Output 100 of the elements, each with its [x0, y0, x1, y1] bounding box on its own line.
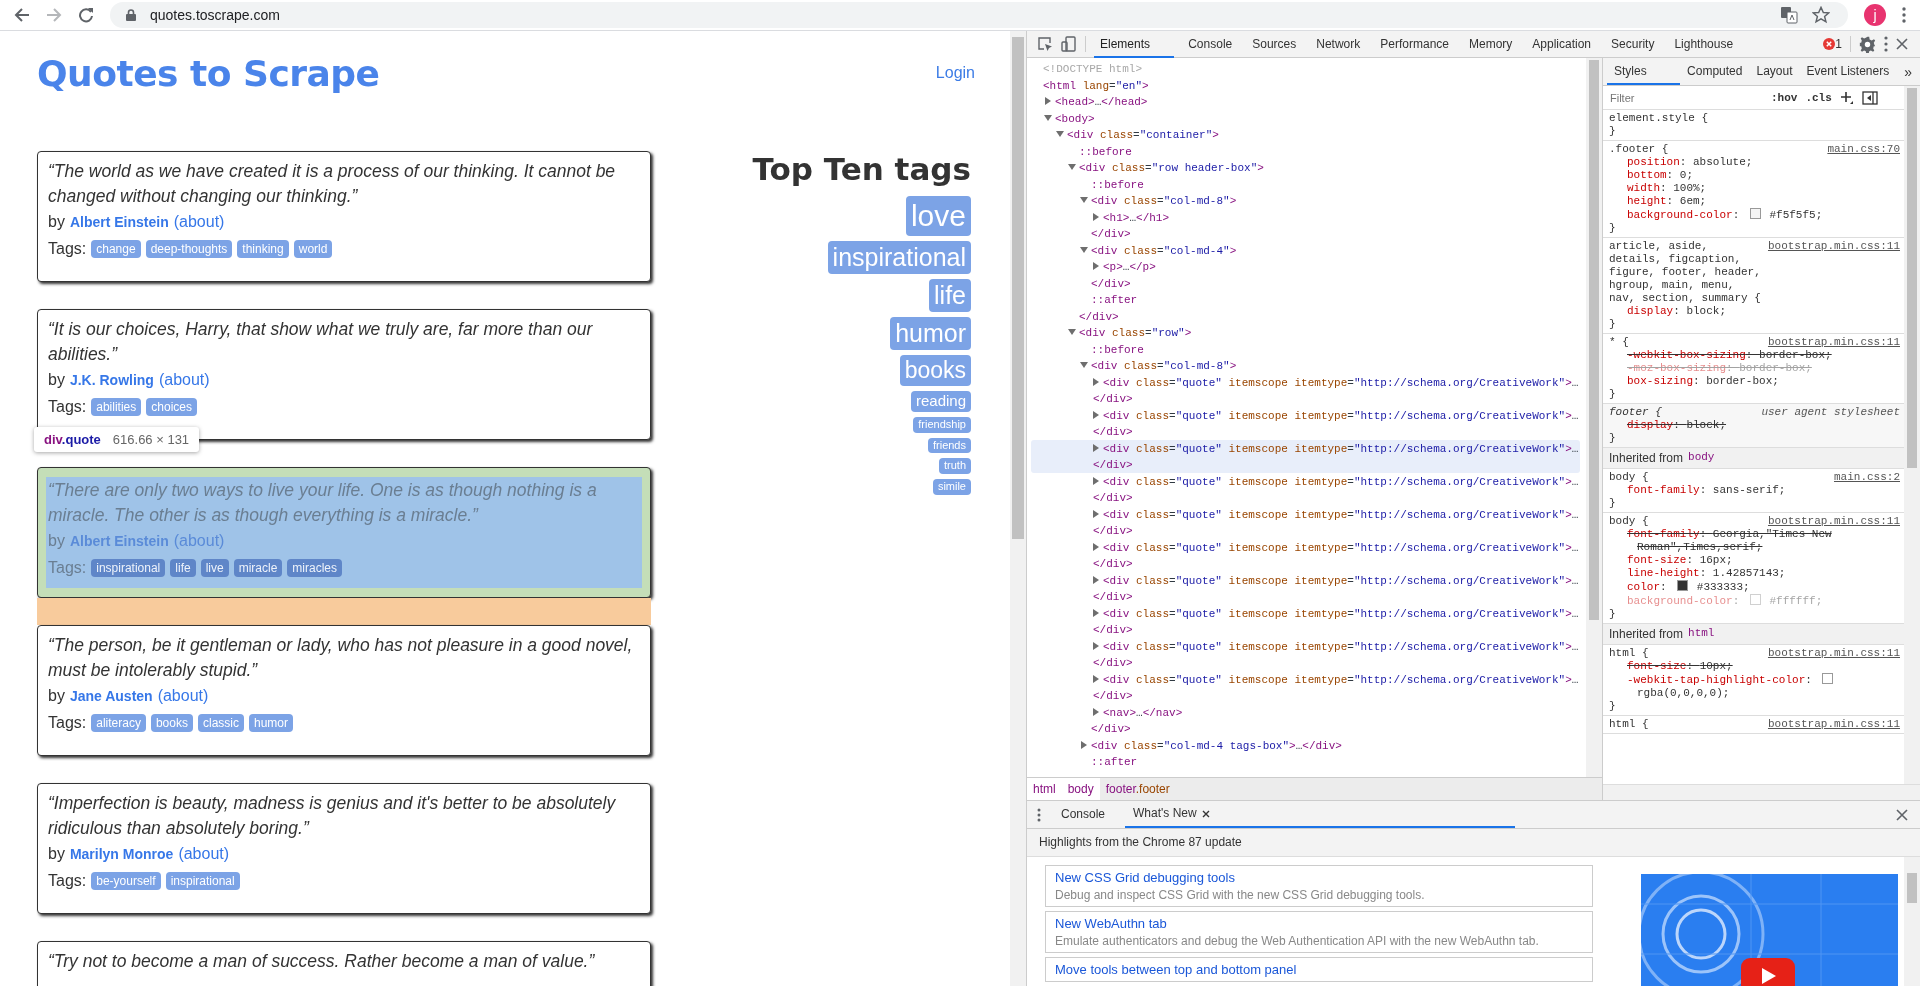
css-declaration[interactable]: height: 6em; [1609, 195, 1900, 208]
dom-node-row[interactable]: <head>…</head> [1027, 93, 1586, 110]
pseudo-element-text[interactable]: ::before [1091, 178, 1144, 191]
expand-triangle-icon[interactable] [1092, 212, 1100, 221]
breadcrumb-item[interactable]: footer.footer [1099, 778, 1602, 800]
stylesheet-link[interactable]: bootstrap.min.css:11 [1767, 336, 1900, 349]
collapse-triangle-icon[interactable] [1080, 361, 1088, 369]
color-swatch[interactable] [1749, 208, 1761, 219]
drawer-menu-icon[interactable] [1037, 807, 1041, 822]
dom-node-row[interactable]: <body> [1027, 109, 1586, 126]
color-swatch[interactable] [1677, 580, 1689, 591]
css-declaration[interactable]: display: block; [1609, 419, 1900, 432]
expand-triangle-icon[interactable] [1092, 262, 1100, 270]
inspect-element-icon[interactable] [1037, 36, 1053, 52]
stylesheet-link[interactable]: bootstrap.min.css:11 [1767, 240, 1900, 253]
dom-node-row[interactable]: <div class="quote" itemscope itemtype="http://schema.org/CreativeWork">… </div> [1027, 604, 1586, 638]
address-bar[interactable]: quotes.toscrape.com [110, 2, 1848, 28]
css-declaration[interactable]: -webkit-tap-highlight-color: rgba(0,0,0,0); [1609, 673, 1900, 700]
css-declaration[interactable]: bottom: 0; [1609, 169, 1900, 182]
sidebar-toggle-icon[interactable] [1861, 90, 1878, 105]
dom-node-row[interactable]: <nav>…</nav> [1027, 703, 1586, 720]
color-swatch[interactable] [1822, 673, 1834, 684]
css-declaration[interactable]: display: block; [1609, 305, 1900, 318]
devtools-tab[interactable]: Security [1605, 30, 1661, 58]
stylesheet-link[interactable]: bootstrap.min.css:11 [1767, 647, 1900, 660]
feature-title-link[interactable]: Move tools between top and bottom panel [1055, 962, 1583, 977]
dom-node-row[interactable]: <div class="container"> [1027, 126, 1586, 143]
settings-icon[interactable] [1859, 35, 1876, 53]
collapse-triangle-icon[interactable] [1068, 163, 1076, 171]
dom-node-row[interactable]: <div class="row"> [1027, 324, 1586, 341]
pseudo-element-text[interactable]: ::before [1079, 145, 1132, 158]
pseudo-element-text[interactable]: ::after [1091, 294, 1138, 306]
expand-triangle-icon[interactable] [1044, 97, 1052, 105]
scrollbar[interactable] [1904, 86, 1920, 784]
stylesheet-link[interactable]: bootstrap.min.css:11 [1767, 718, 1900, 731]
page-scrollbar[interactable] [1010, 31, 1026, 986]
feature-card[interactable]: Move tools between top and bottom panel [1045, 957, 1593, 982]
devtools-tab[interactable]: Network [1310, 30, 1367, 58]
hover-state-button[interactable]: :hov [1771, 91, 1798, 104]
about-link[interactable]: (about) [173, 213, 225, 231]
dom-node-row[interactable]: <h1>…</h1> [1027, 208, 1586, 225]
about-link[interactable]: (about) [157, 687, 209, 705]
expand-triangle-icon[interactable] [1092, 608, 1100, 617]
collapse-triangle-icon[interactable] [1068, 328, 1076, 336]
css-declaration[interactable]: -webkit-box-sizing: border-box; [1609, 349, 1900, 362]
error-icon[interactable] [1823, 38, 1836, 50]
css-declaration[interactable]: background-color: #f5f5f5; [1609, 208, 1900, 222]
error-count[interactable]: 1 [1835, 37, 1842, 51]
expand-triangle-icon[interactable] [1092, 641, 1100, 650]
css-declaration[interactable]: box-sizing: border-box; [1609, 375, 1900, 388]
breadcrumb-item[interactable]: body [1061, 778, 1100, 800]
stylesheet-link[interactable]: main.css:70 [1827, 143, 1900, 156]
devtools-tab[interactable]: Console [1182, 30, 1239, 58]
reload-icon[interactable] [78, 7, 94, 23]
login-link[interactable]: Login [935, 64, 975, 82]
inherited-element-link[interactable]: body [1688, 451, 1715, 465]
collapse-triangle-icon[interactable] [1056, 130, 1064, 138]
expand-triangle-icon[interactable] [1092, 674, 1100, 683]
profile-avatar[interactable]: j [1864, 4, 1886, 26]
dom-node-row[interactable]: <div class="col-md-8"> [1027, 192, 1586, 209]
pseudo-element-text[interactable]: ::before [1091, 343, 1144, 356]
more-tabs-button[interactable]: » [1896, 63, 1920, 80]
dom-node-row[interactable]: <html lang="en"> [1027, 76, 1586, 93]
stylesheet-link[interactable]: main.css:2 [1834, 471, 1900, 484]
css-declaration[interactable]: font-family: sans-serif; [1609, 484, 1900, 497]
sidebar-tab[interactable]: Computed [1680, 58, 1750, 85]
devtools-tab[interactable]: Memory [1463, 30, 1519, 58]
dom-node-row[interactable]: <div class="col-md-4 tags-box">…</div> [1027, 736, 1586, 753]
device-toolbar-icon[interactable] [1061, 36, 1077, 52]
site-title[interactable]: Quotes to Scrape [37, 52, 380, 94]
css-declaration[interactable]: font-size: 16px; [1609, 554, 1900, 567]
expand-triangle-icon[interactable] [1092, 707, 1100, 716]
sidebar-tab[interactable]: Styles [1607, 58, 1681, 85]
breadcrumb-item[interactable]: html [1027, 778, 1062, 800]
expand-triangle-icon[interactable] [1092, 509, 1100, 518]
css-declaration[interactable]: position: absolute; [1609, 156, 1900, 169]
css-declaration[interactable]: font-size: 10px; [1609, 660, 1900, 673]
more-options-icon[interactable] [1884, 36, 1888, 52]
dom-node-row[interactable]: <div class="quote" itemscope itemtype="http://schema.org/CreativeWork">… </div> [1027, 373, 1586, 407]
horizontal-scrollbar[interactable] [1603, 784, 1920, 800]
collapse-triangle-icon[interactable] [1080, 245, 1088, 254]
dom-node-row[interactable]: <div class="quote" itemscope itemtype="http://schema.org/CreativeWork">… </div> [1027, 538, 1586, 572]
dom-node-row[interactable]: <p>…</p> [1027, 258, 1586, 275]
feature-card[interactable]: New CSS Grid debugging tools Debug and inspect CSS Grid with the new CSS Grid debugging tools. [1045, 865, 1593, 907]
devtools-tab[interactable]: Application [1526, 30, 1598, 58]
drawer-tab[interactable]: Console [1053, 801, 1114, 828]
css-declaration[interactable]: font-family: Georgia,"Times New Roman",Times,serif; [1609, 528, 1900, 554]
devtools-tab[interactable]: Sources [1246, 30, 1303, 58]
dom-node-row[interactable]: <div class="quote" itemscope itemtype="http://schema.org/CreativeWork">… </div> [1031, 439, 1580, 473]
dom-node-row[interactable]: <div class="quote" itemscope itemtype="http://schema.org/CreativeWork">… </div> [1027, 670, 1586, 704]
sidebar-tab[interactable]: Event Listeners [1799, 58, 1897, 85]
about-link[interactable]: (about) [178, 845, 230, 863]
feature-title-link[interactable]: New CSS Grid debugging tools [1055, 870, 1583, 885]
expand-triangle-icon[interactable] [1092, 476, 1100, 485]
collapse-triangle-icon[interactable] [1044, 113, 1052, 122]
dom-node-row[interactable]: <div class="quote" itemscope itemtype="http://schema.org/CreativeWork">… </div> [1027, 472, 1586, 506]
css-declaration[interactable]: color: #333333; [1609, 580, 1900, 594]
expand-triangle-icon[interactable] [1080, 740, 1088, 749]
feature-title-link[interactable]: New WebAuthn tab [1055, 916, 1583, 931]
devtools-tab[interactable]: Elements [1094, 30, 1175, 58]
